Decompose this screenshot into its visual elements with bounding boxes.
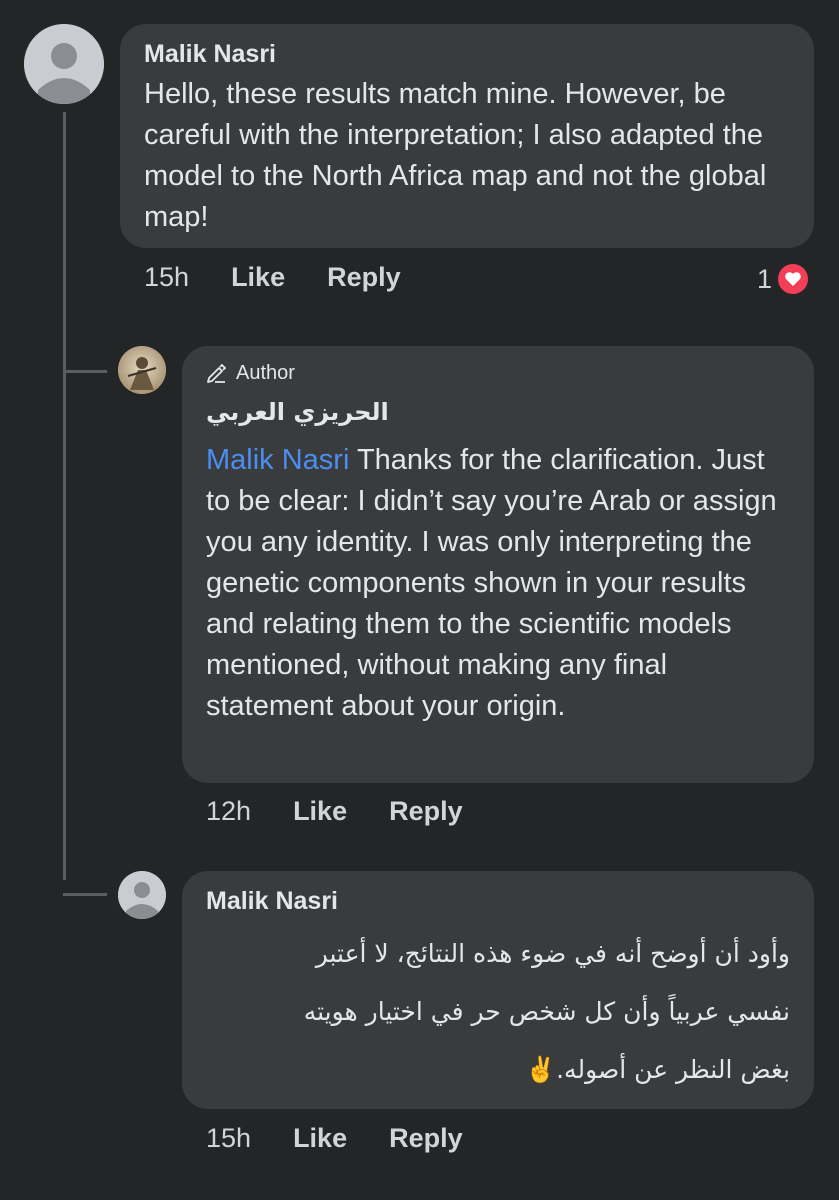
heart-reaction-icon: [776, 262, 811, 296]
reply-text-line: بغض النظر عن أصوله.✌️: [524, 1055, 790, 1084]
like-button[interactable]: Like: [293, 1123, 347, 1154]
reply-timestamp[interactable]: 15h: [206, 1123, 251, 1154]
comment-text: Hello, these results match mine. However…: [144, 78, 767, 233]
pencil-icon: [207, 363, 227, 383]
avatar[interactable]: [24, 24, 104, 104]
reply-author[interactable]: Malik Nasri: [206, 885, 790, 917]
reaction-summary[interactable]: 1: [757, 262, 811, 296]
avatar[interactable]: [118, 871, 166, 919]
reply-text: وأود أن أوضح أنه في ضوء هذه النتائج، لا …: [206, 925, 790, 1099]
reply-button[interactable]: Reply: [327, 262, 401, 293]
reply-text: Malik Nasri Thanks for the clarification…: [206, 440, 790, 727]
reply-text-line: وأود أن أوضح أنه في ضوء هذه النتائج، لا …: [315, 939, 790, 968]
default-user-icon: [24, 24, 104, 104]
reply-body: Thanks for the clarification. Just to be…: [206, 444, 777, 722]
default-user-icon: [118, 871, 166, 919]
avatar[interactable]: [118, 346, 166, 394]
profile-photo-icon: [118, 346, 166, 394]
reply-button[interactable]: Reply: [389, 796, 463, 827]
reply-author[interactable]: الحريزي العربي: [206, 396, 790, 428]
thread-line-branch-1: [63, 370, 107, 373]
comment-actions: 15h Like Reply: [144, 262, 401, 293]
reply-button[interactable]: Reply: [389, 1123, 463, 1154]
comment-bubble[interactable]: Malik Nasri Hello, these results match m…: [120, 24, 814, 248]
reply-bubble[interactable]: Author الحريزي العربي Malik Nasri Thanks…: [182, 346, 814, 783]
reaction-count: 1: [757, 263, 773, 294]
comment-timestamp[interactable]: 15h: [144, 262, 189, 293]
reply-author-name[interactable]: الحريزي العربي: [206, 398, 389, 426]
like-button[interactable]: Like: [293, 796, 347, 827]
reply-timestamp[interactable]: 12h: [206, 796, 251, 827]
like-button[interactable]: Like: [231, 262, 285, 293]
author-badge-label: Author: [236, 362, 295, 384]
mention-link[interactable]: Malik Nasri: [206, 444, 349, 476]
comment-author[interactable]: Malik Nasri: [144, 38, 790, 70]
thread-line-branch-2: [63, 893, 107, 896]
reply-text-line: نفسي عربياً وأن كل شخص حر في اختيار هويت…: [303, 997, 790, 1026]
reply-bubble[interactable]: Malik Nasri وأود أن أوضح أنه في ضوء هذه …: [182, 871, 814, 1109]
author-badge: Author: [206, 360, 790, 386]
thread-line-vertical: [63, 112, 66, 880]
reply-actions: 12h Like Reply: [206, 796, 463, 827]
reply-actions: 15h Like Reply: [206, 1123, 463, 1154]
